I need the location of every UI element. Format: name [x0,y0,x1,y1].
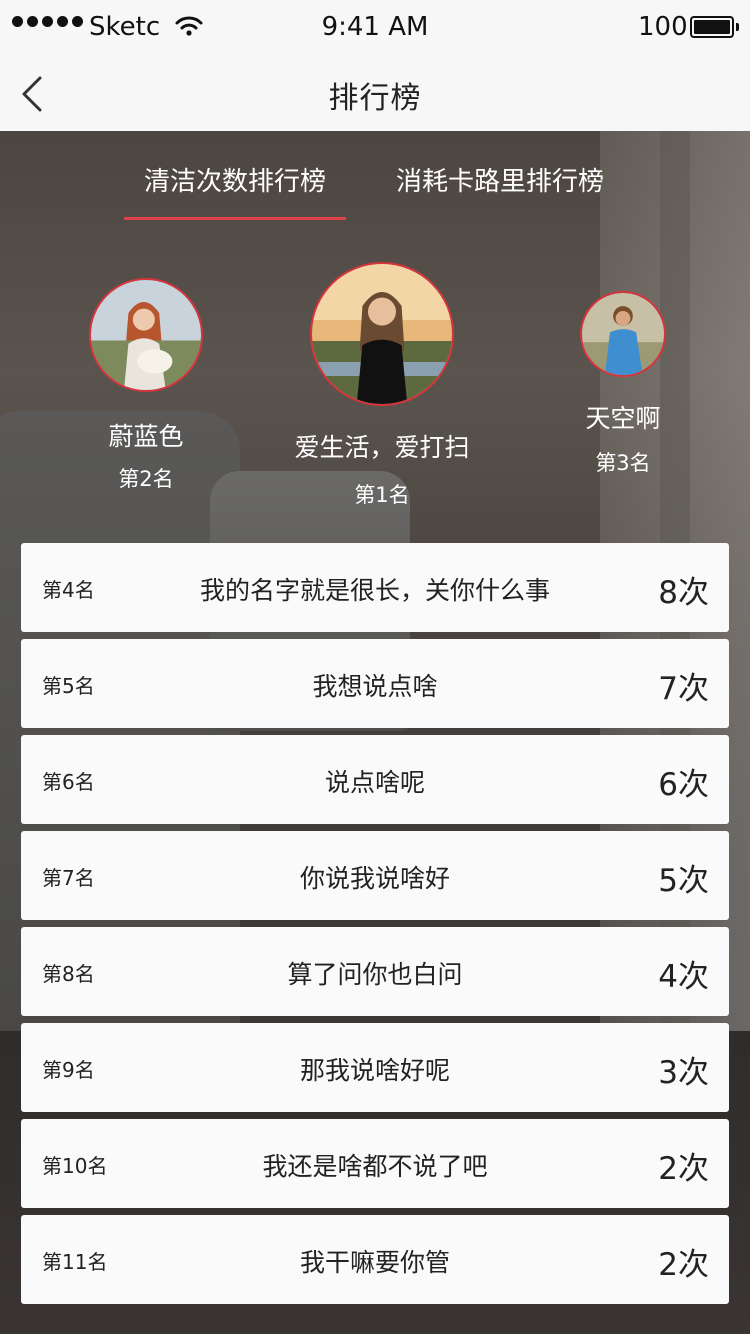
clean-count: 3次 [658,1055,709,1091]
active-tab-indicator [124,217,346,220]
podium-third: 天空啊 第3名 [553,291,693,477]
rank-label: 第6名 [42,770,95,794]
clean-count: 8次 [658,575,709,611]
status-bar: Sketc 9:41 AM 100 [0,0,750,56]
rank-label: 第7名 [42,866,95,890]
clean-count: 5次 [658,863,709,899]
top-bar: Sketc 9:41 AM 100 排行榜 [0,0,750,131]
user-name: 你说我说啥好 [299,864,450,893]
rank-label: 第8名 [42,962,95,986]
rank-label: 第11名 [42,1250,108,1274]
user-name: 我还是啥都不说了吧 [262,1152,488,1181]
podium-rank: 第2名 [118,467,174,491]
podium-rank: 第3名 [595,451,651,475]
nav-bar: 排行榜 [0,56,750,131]
list-item[interactable]: 第9名 那我说啥好呢 3次 [21,1023,729,1112]
user-name: 我干嘛要你管 [299,1248,450,1277]
podium-second: 蔚蓝色 第2名 [60,278,232,493]
clean-count: 2次 [658,1151,709,1187]
rank-label: 第5名 [42,674,95,698]
podium-rank: 第1名 [354,483,410,507]
avatar[interactable] [310,262,454,406]
list-item[interactable]: 第6名 说点啥呢 6次 [21,735,729,824]
list-item[interactable]: 第8名 算了问你也白问 4次 [21,927,729,1016]
battery-percent: 100 [638,12,688,42]
ranking-tabs: 清洁次数排行榜 消耗卡路里排行榜 [0,131,750,221]
avatar[interactable] [89,278,203,392]
clean-count: 6次 [658,767,709,803]
list-item[interactable]: 第7名 你说我说啥好 5次 [21,831,729,920]
user-name: 说点啥呢 [324,768,425,797]
battery-icon [690,16,734,38]
rank-label: 第10名 [42,1154,108,1178]
tab-cleaning-count[interactable]: 清洁次数排行榜 [144,161,326,198]
user-name: 算了问你也白问 [287,960,463,989]
avatar-photo-icon [582,293,664,375]
podium-name: 爱生活，爱打扫 [294,433,470,462]
battery-nub [736,23,739,31]
podium-name: 蔚蓝色 [108,422,184,451]
list-item[interactable]: 第4名 我的名字就是很长，关你什么事 8次 [21,543,729,632]
tab-calories[interactable]: 消耗卡路里排行榜 [396,161,604,198]
avatar-photo-icon [91,280,201,390]
avatar-photo-icon [312,264,452,404]
list-item[interactable]: 第11名 我干嘛要你管 2次 [21,1215,729,1304]
clean-count: 2次 [658,1247,709,1283]
user-name: 我想说点啥 [312,672,438,701]
page-title: 排行榜 [328,81,422,116]
podium-first: 爱生活，爱打扫 第1名 [272,262,492,509]
rank-label: 第4名 [42,578,95,602]
ranking-list: 第4名 我的名字就是很长，关你什么事 8次 第5名 我想说点啥 7次 第6名 说… [21,543,729,1311]
list-item[interactable]: 第10名 我还是啥都不说了吧 2次 [21,1119,729,1208]
avatar[interactable] [580,291,666,377]
user-name: 我的名字就是很长，关你什么事 [199,576,550,605]
rank-label: 第9名 [42,1058,95,1082]
clean-count: 4次 [658,959,709,995]
user-name: 那我说啥好呢 [299,1056,450,1085]
podium-name: 天空啊 [585,404,661,433]
list-item[interactable]: 第5名 我想说点啥 7次 [21,639,729,728]
clean-count: 7次 [658,671,709,707]
